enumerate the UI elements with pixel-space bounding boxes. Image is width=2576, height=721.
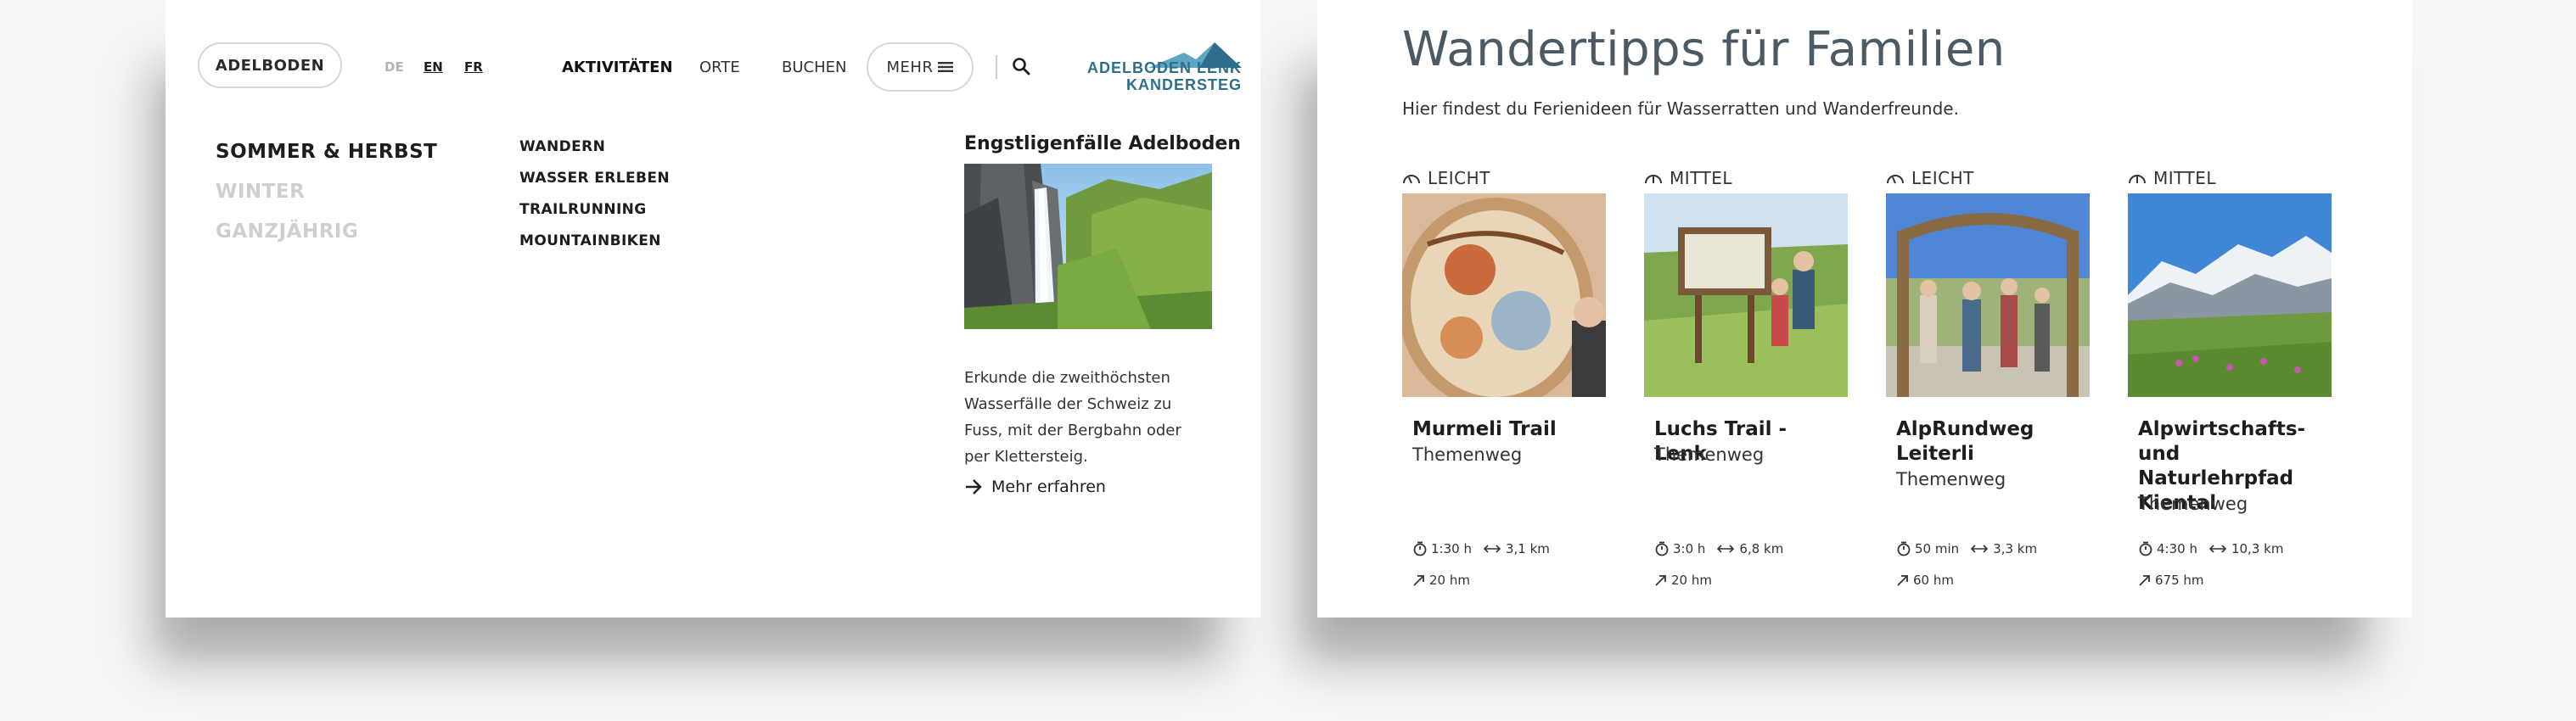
- gauge-icon: [1403, 175, 1420, 184]
- card-title: AlpRundweg Leiterli: [1896, 418, 2034, 465]
- season-summer-autumn[interactable]: SOMMER & HERBST: [216, 141, 437, 163]
- menu-item-trailrunning[interactable]: TRAILRUNNING: [519, 201, 647, 218]
- card-stats: 50 min 3,3 km: [1896, 541, 2037, 556]
- distance-icon: [1483, 545, 1501, 553]
- menu-item-mountainbiken[interactable]: MOUNTAINBIKEN: [519, 232, 661, 249]
- difficulty-label: LEICHT: [1428, 168, 1490, 188]
- ascent-icon: [1655, 575, 1666, 586]
- difficulty-label: MITTEL: [2153, 168, 2217, 188]
- card-type: Themenweg: [2138, 494, 2248, 514]
- gauge-icon: [1887, 175, 1904, 184]
- distance-icon: [1971, 545, 1989, 553]
- ascent-icon: [2139, 575, 2150, 586]
- stopwatch-icon: [1655, 541, 1669, 556]
- card-distance: 10,3 km: [2231, 541, 2284, 556]
- card-distance: 6,8 km: [1739, 541, 1784, 556]
- stopwatch-icon: [1897, 541, 1911, 556]
- card-title: Murmeli Trail: [1412, 418, 1557, 440]
- card-distance: 3,3 km: [1993, 541, 2038, 556]
- ascent-icon: [1897, 575, 1908, 586]
- language-de[interactable]: DE: [384, 59, 404, 75]
- menu-item-wasser-erleben[interactable]: WASSER ERLEBEN: [519, 170, 670, 187]
- card-elevation-value: 60 hm: [1913, 573, 1954, 588]
- tour-card-alprundweg-leiterli[interactable]: LEICHT AlpRundweg Leiterli Themenweg 50 …: [1886, 168, 2090, 609]
- feature-title: Engstligenfälle Adelboden: [964, 133, 1241, 154]
- tour-card-alpwirtschafts-lehrpfad[interactable]: MITTEL Alpwirtschafts- und Naturlehrpfad…: [2128, 168, 2332, 609]
- card-elevation: 675 hm: [2138, 573, 2204, 588]
- nav-aktivitaeten[interactable]: AKTIVITÄTEN: [562, 59, 673, 76]
- feature-description: Erkunde die zweithöchsten Wasserfälle de…: [964, 369, 1181, 466]
- distance-icon: [1717, 545, 1735, 553]
- nav-buchen[interactable]: BUCHEN: [782, 59, 846, 76]
- nav-orte[interactable]: ORTE: [699, 59, 740, 76]
- card-stats: 4:30 h 10,3 km: [2138, 541, 2283, 556]
- arrow-right-icon: [966, 479, 982, 495]
- difficulty-label: LEICHT: [1911, 168, 1974, 188]
- card-type: Themenweg: [1896, 469, 2006, 489]
- more-label: MEHR: [886, 58, 934, 76]
- card-duration: 50 min: [1915, 541, 1960, 556]
- more-button[interactable]: MEHR: [867, 42, 974, 92]
- card-elevation: 20 hm: [1654, 573, 1712, 588]
- card-image[interactable]: [1644, 193, 1848, 397]
- card-elevation: 60 hm: [1896, 573, 1954, 588]
- navigation-panel: ADELBODEN DE EN FR AKTIVITÄTEN ORTE BUCH…: [166, 0, 1260, 618]
- difficulty-badge: MITTEL: [2128, 168, 2216, 188]
- logo-text-line2: KANDERSTEG: [1125, 76, 1242, 93]
- menu-icon: [938, 62, 954, 72]
- difficulty-label: MITTEL: [1670, 168, 1733, 188]
- distance-icon: [2208, 545, 2227, 553]
- card-distance: 3,1 km: [1505, 541, 1550, 556]
- tour-card-luchs-trail[interactable]: MITTEL Luchs Trail - Lenk Themenweg 3:0 …: [1644, 168, 1848, 609]
- card-type: Themenweg: [1654, 444, 1765, 465]
- card-type: Themenweg: [1412, 444, 1523, 465]
- language-fr[interactable]: FR: [464, 59, 483, 75]
- search-icon[interactable]: [1011, 56, 1031, 76]
- brand-logo[interactable]: ADELBODEN LENK KANDERSTEG: [1072, 41, 1242, 97]
- card-stats: 3:0 h 6,8 km: [1654, 541, 1783, 556]
- card-stats: 1:30 h 3,1 km: [1412, 541, 1550, 556]
- card-image[interactable]: [1402, 193, 1606, 397]
- content-panel: Wandertipps für Familien Hier findest du…: [1317, 0, 2412, 618]
- stopwatch-icon: [1413, 541, 1427, 556]
- menu-item-wandern[interactable]: WANDERN: [519, 138, 605, 155]
- card-image[interactable]: [1886, 193, 2090, 397]
- gauge-icon: [2129, 175, 2146, 184]
- page-title: Wandertipps für Familien: [1402, 22, 2006, 77]
- card-duration: 1:30 h: [1431, 541, 1472, 556]
- difficulty-badge: LEICHT: [1886, 168, 1974, 188]
- card-image[interactable]: [2128, 193, 2332, 397]
- waterfall-image[interactable]: [964, 164, 1212, 329]
- page-subtitle: Hier findest du Ferienideen für Wasserra…: [1402, 98, 1959, 119]
- logo-text-line1: ADELBODEN LENK: [1086, 59, 1242, 76]
- card-elevation: 20 hm: [1412, 573, 1470, 588]
- card-duration: 3:0 h: [1673, 541, 1706, 556]
- more-info-link[interactable]: Mehr erfahren: [964, 478, 1106, 496]
- language-en[interactable]: EN: [424, 59, 443, 75]
- region-button[interactable]: ADELBODEN: [198, 42, 342, 88]
- gauge-icon: [1645, 175, 1662, 184]
- difficulty-badge: MITTEL: [1644, 168, 1732, 188]
- tour-card-murmeli-trail[interactable]: LEICHT Murmeli Trail Themenweg 1:30 h 3,…: [1402, 168, 1606, 609]
- card-elevation-value: 20 hm: [1429, 573, 1470, 588]
- more-info-label: Mehr erfahren: [991, 478, 1106, 496]
- season-winter[interactable]: WINTER: [216, 181, 305, 203]
- card-elevation-value: 675 hm: [2155, 573, 2204, 588]
- card-elevation-value: 20 hm: [1671, 573, 1712, 588]
- card-duration: 4:30 h: [2157, 541, 2197, 556]
- difficulty-badge: LEICHT: [1402, 168, 1490, 188]
- stopwatch-icon: [2139, 541, 2152, 556]
- ascent-icon: [1413, 575, 1424, 586]
- season-all-year[interactable]: GANZJÄHRIG: [216, 221, 358, 243]
- header-divider: [996, 55, 997, 79]
